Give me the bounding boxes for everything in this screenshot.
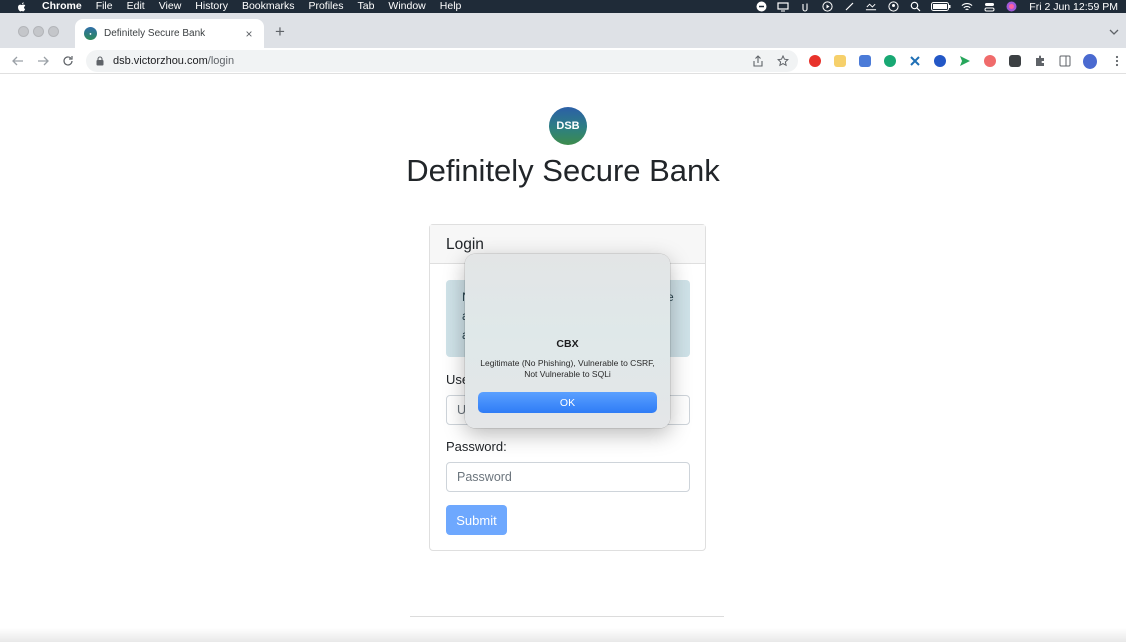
notes-extension-icon[interactable]	[833, 54, 847, 68]
menu-bookmarks[interactable]: Bookmarks	[242, 0, 295, 13]
browser-toolbar: dsb.victorzhou.com /login	[0, 48, 1126, 74]
password-label: Password:	[446, 439, 507, 454]
menu-bar-clock[interactable]: Fri 2 Jun 12:59 PM	[1029, 1, 1118, 13]
tab-search-chevron-icon[interactable]	[1108, 26, 1120, 38]
back-arrow-icon[interactable]	[11, 54, 25, 68]
password-input[interactable]: Password	[446, 462, 690, 492]
bookmark-star-icon[interactable]	[777, 55, 789, 67]
opera-extension-icon[interactable]	[808, 54, 822, 68]
tab-title: Definitely Secure Bank	[104, 28, 206, 39]
side-panel-icon[interactable]	[1058, 54, 1072, 68]
send-extension-icon[interactable]	[958, 54, 972, 68]
spotlight-search-icon[interactable]	[909, 1, 921, 12]
dialog-message: Legitimate (No Phishing), Vulnerable to …	[480, 358, 655, 379]
tab-close-icon[interactable]: ×	[242, 27, 256, 41]
display-icon[interactable]	[777, 1, 789, 11]
url-path: /login	[207, 55, 235, 67]
profile-avatar[interactable]	[1083, 53, 1097, 69]
window-close-button[interactable]	[18, 26, 29, 37]
menu-app-name[interactable]: Chrome	[42, 0, 82, 13]
footer-divider	[410, 616, 724, 617]
pen-icon[interactable]	[843, 2, 855, 11]
tab-definitely-secure-bank[interactable]: ● Definitely Secure Bank ×	[75, 19, 264, 48]
menu-file[interactable]: File	[96, 0, 113, 13]
target-extension-icon[interactable]	[983, 54, 997, 68]
submit-button[interactable]: Submit	[446, 505, 507, 535]
extensions-puzzle-icon[interactable]	[1033, 54, 1047, 68]
user-circle-icon[interactable]	[887, 1, 899, 12]
battery-icon[interactable]	[931, 2, 951, 11]
activity-icon[interactable]	[865, 2, 877, 11]
wifi-icon[interactable]	[961, 2, 973, 11]
url-host: dsb.victorzhou.com	[113, 55, 208, 67]
browser-tab-strip: ● Definitely Secure Bank × +	[0, 13, 1126, 48]
new-tab-button[interactable]: +	[272, 23, 288, 40]
page-title: Definitely Secure Bank	[406, 153, 720, 188]
control-center-icon[interactable]	[983, 2, 995, 11]
address-bar[interactable]: dsb.victorzhou.com /login	[86, 50, 798, 72]
menu-edit[interactable]: Edit	[127, 0, 145, 13]
site-favicon-icon: ●	[84, 27, 97, 40]
browser-menu-icon[interactable]	[1110, 54, 1124, 68]
menu-view[interactable]: View	[159, 0, 182, 13]
macos-menu-bar: Chrome File Edit View History Bookmarks …	[0, 0, 1126, 13]
bottom-shade	[0, 628, 1126, 642]
status-app-icon[interactable]	[755, 1, 767, 12]
siri-icon[interactable]	[1005, 1, 1017, 12]
grammarly-extension-icon[interactable]	[883, 54, 897, 68]
reload-icon[interactable]	[61, 54, 75, 68]
menu-help[interactable]: Help	[440, 0, 462, 13]
lock-icon[interactable]	[95, 56, 105, 66]
window-minimize-button[interactable]	[33, 26, 44, 37]
bank-logo: DSB	[549, 107, 587, 145]
printer-extension-icon[interactable]	[1008, 54, 1022, 68]
share-icon[interactable]	[752, 55, 764, 67]
menu-history[interactable]: History	[195, 0, 228, 13]
forward-arrow-icon[interactable]	[36, 54, 50, 68]
menu-profiles[interactable]: Profiles	[308, 0, 343, 13]
window-zoom-button[interactable]	[48, 26, 59, 37]
menu-bar-status-area: Fri 2 Jun 12:59 PM	[745, 0, 1118, 13]
bitwarden-extension-icon[interactable]	[933, 54, 947, 68]
screen-extension-icon[interactable]	[858, 54, 872, 68]
paperclip-icon[interactable]	[799, 2, 811, 12]
tools-extension-icon[interactable]	[908, 54, 922, 68]
alert-dialog: CBX Legitimate (No Phishing), Vulnerable…	[465, 254, 670, 428]
dialog-title: CBX	[556, 338, 579, 350]
apple-icon[interactable]	[16, 1, 28, 13]
dialog-ok-button[interactable]: OK	[478, 392, 657, 413]
play-icon[interactable]	[821, 1, 833, 12]
menu-tab[interactable]: Tab	[357, 0, 374, 13]
menu-window[interactable]: Window	[388, 0, 425, 13]
